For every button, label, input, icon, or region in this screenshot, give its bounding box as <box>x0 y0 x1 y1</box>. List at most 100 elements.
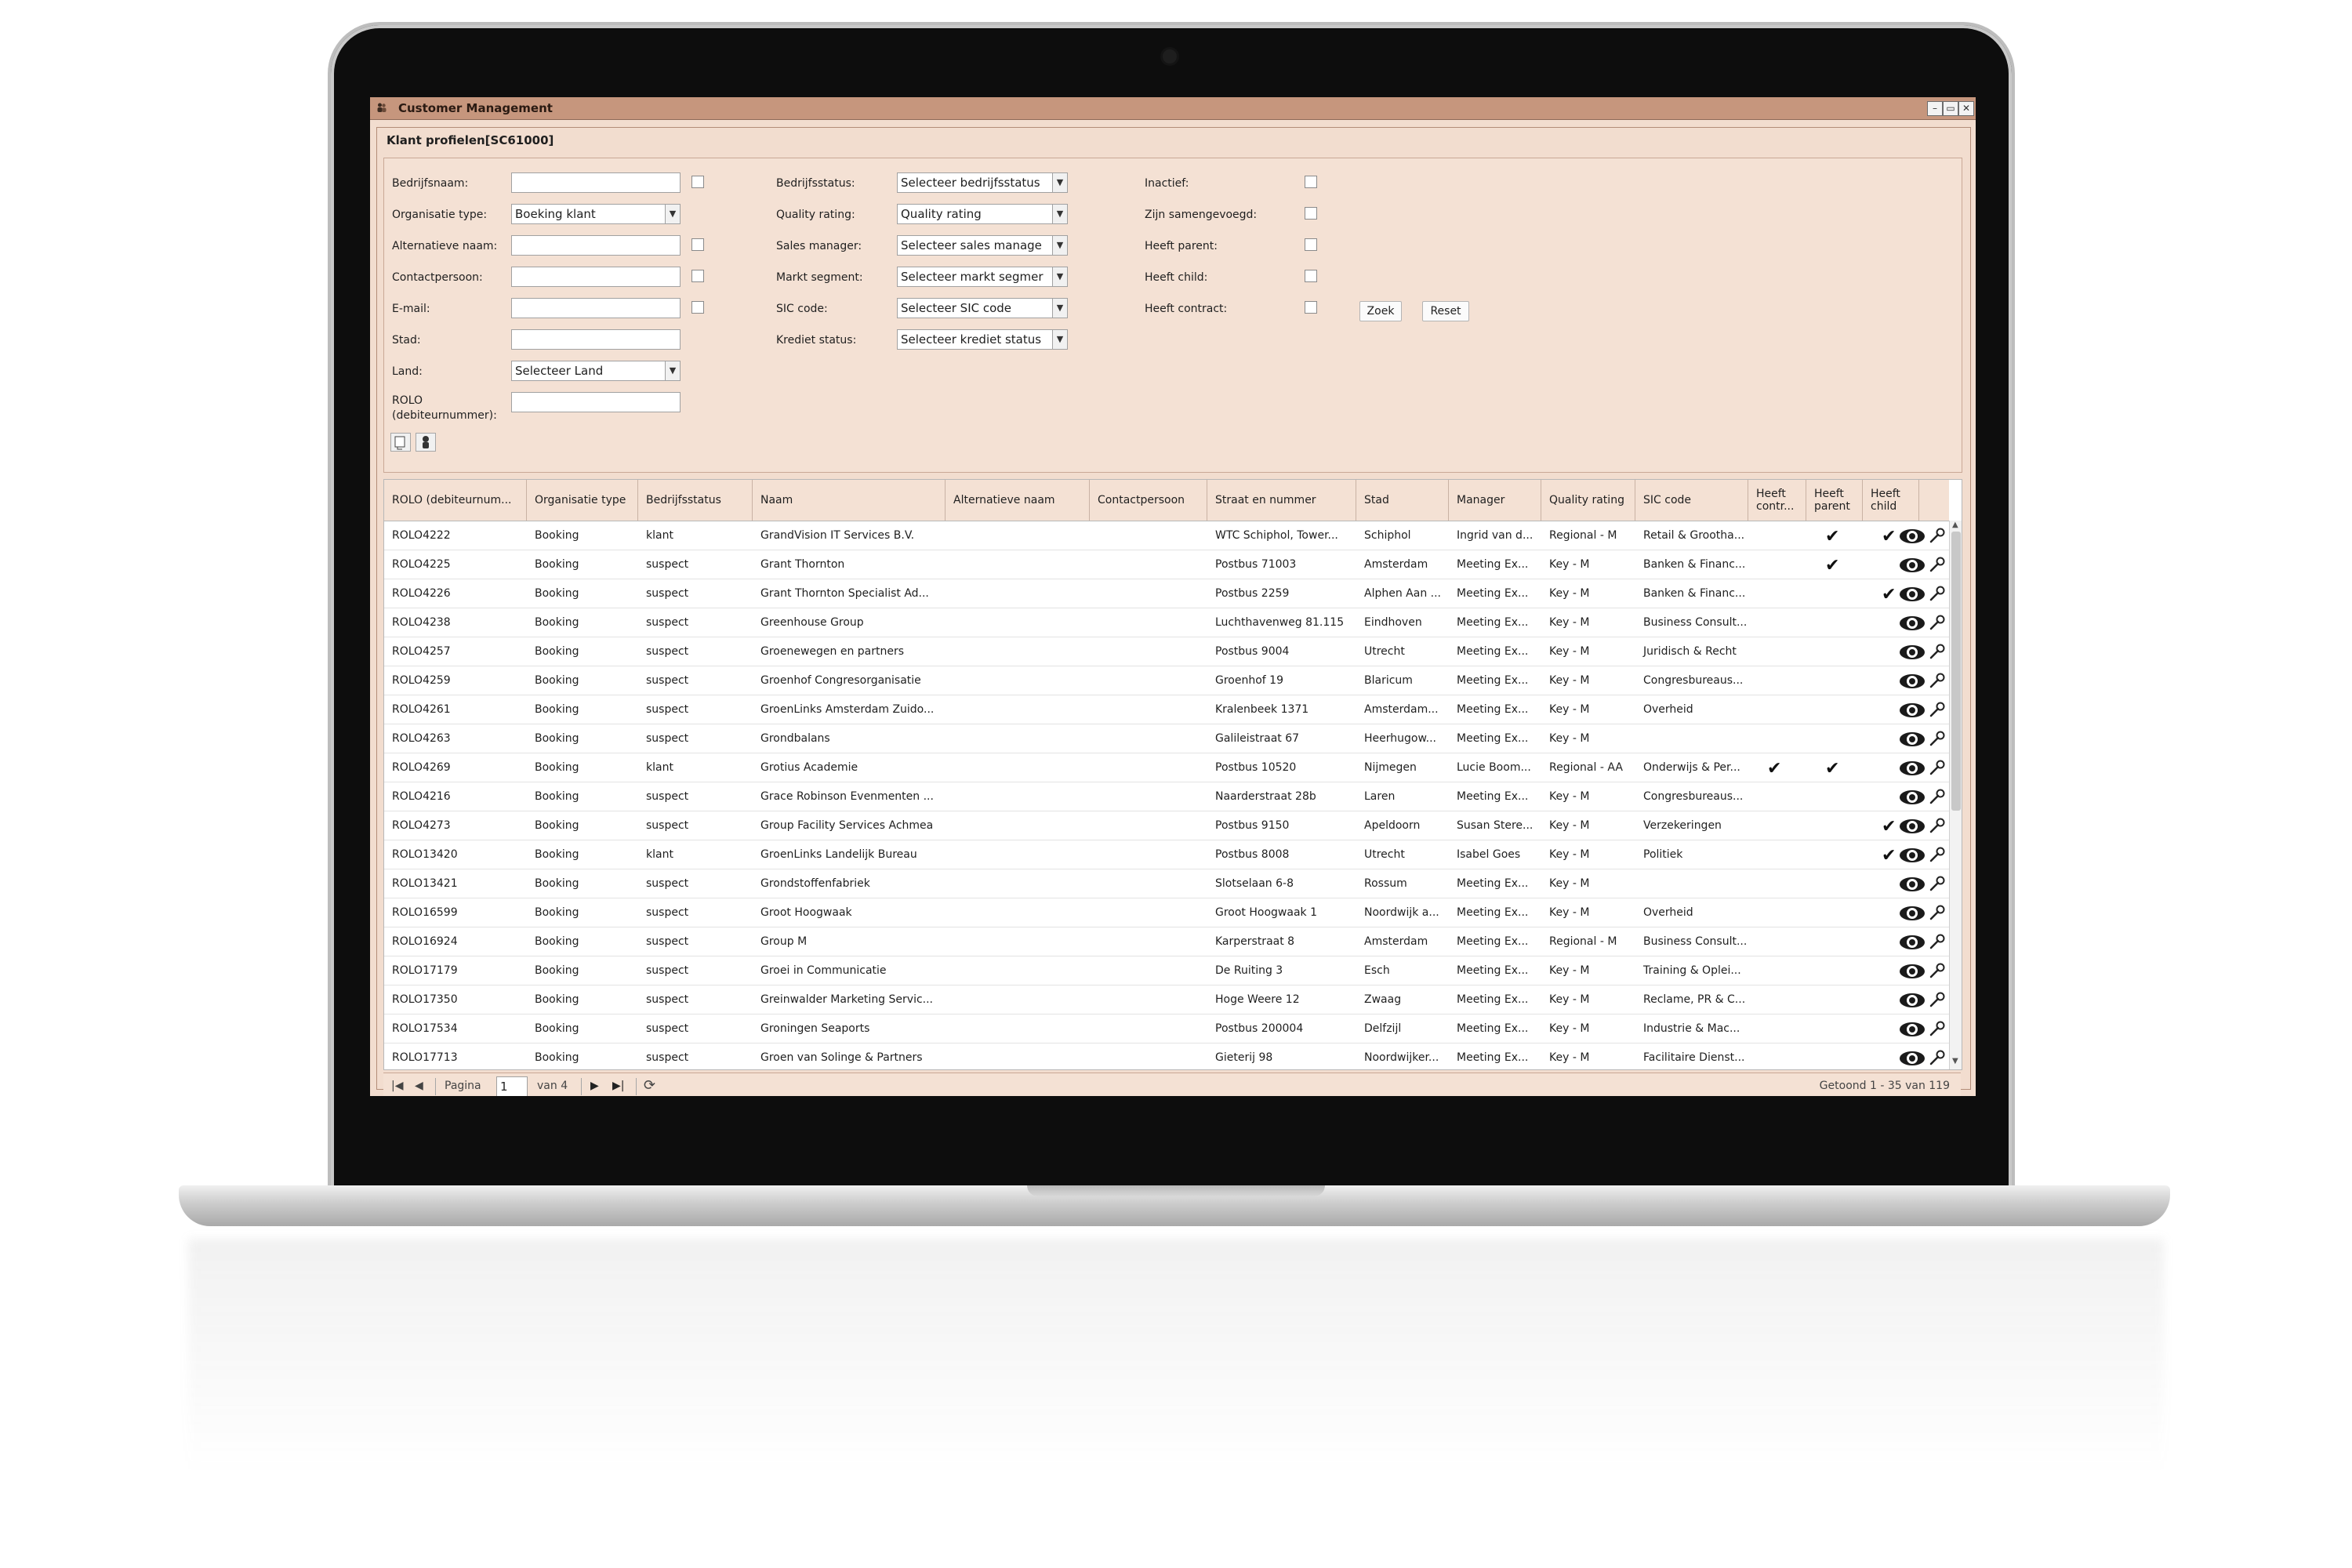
col-contactpersoon[interactable]: Contactpersoon <box>1090 480 1207 521</box>
eye-icon[interactable] <box>1899 818 1926 834</box>
table-row[interactable]: ROLO17350 Booking suspect Greinwalder Marke… <box>384 985 1949 1014</box>
wrench-icon[interactable] <box>1929 527 1946 544</box>
scroll-down-icon[interactable]: ▼ <box>1952 1057 1958 1065</box>
scrollbar-thumb[interactable] <box>1951 532 1961 811</box>
window-titlebar[interactable]: Customer Management – ▭ ✕ <box>370 97 1976 120</box>
heeft-parent-checkbox[interactable] <box>1305 238 1317 251</box>
vertical-scrollbar[interactable]: ▲ ▼ <box>1949 521 1962 1069</box>
col-heeft-child[interactable]: Heeft child <box>1863 480 1919 521</box>
email-checkbox[interactable] <box>691 301 704 314</box>
table-row[interactable]: ROLO17713 Booking suspect Groen van Solinge… <box>384 1044 1949 1069</box>
wrench-icon[interactable] <box>1929 701 1946 718</box>
eye-icon[interactable] <box>1899 1022 1926 1037</box>
wrench-icon[interactable] <box>1929 614 1946 631</box>
close-button[interactable]: ✕ <box>1958 101 1974 116</box>
wrench-icon[interactable] <box>1929 643 1946 660</box>
chevron-down-icon[interactable]: ▼ <box>1052 330 1067 349</box>
email-input[interactable] <box>511 298 681 318</box>
chevron-down-icon[interactable]: ▼ <box>1052 267 1067 286</box>
chevron-down-icon[interactable]: ▼ <box>1052 173 1067 192</box>
table-row[interactable]: ROLO13420 Booking klant GroenLinks Landelij… <box>384 840 1949 869</box>
eye-icon[interactable] <box>1899 760 1926 776</box>
organisatie-type-select[interactable]: Boeking klant ▼ <box>511 204 681 224</box>
table-row[interactable]: ROLO13421 Booking suspect Grondstoffenfabri… <box>384 869 1949 898</box>
table-row[interactable]: ROLO17534 Booking suspect Groningen Seaport… <box>384 1014 1949 1044</box>
col-bedrijfsstatus[interactable]: Bedrijfsstatus <box>638 480 753 521</box>
table-row[interactable]: ROLO4257 Booking suspect Groenewegen en par… <box>384 637 1949 666</box>
table-row[interactable]: ROLO4269 Booking klant Grotius Academie Post… <box>384 753 1949 782</box>
chevron-down-icon[interactable]: ▼ <box>665 205 680 223</box>
col-naam[interactable]: Naam <box>753 480 946 521</box>
table-row[interactable]: ROLO4263 Booking suspect Grondbalans Galilei… <box>384 724 1949 753</box>
contactpersoon-checkbox[interactable] <box>691 270 704 282</box>
eye-icon[interactable] <box>1899 731 1926 747</box>
wrench-icon[interactable] <box>1929 585 1946 602</box>
page-input[interactable] <box>496 1076 528 1096</box>
chevron-down-icon[interactable]: ▼ <box>665 361 680 380</box>
col-heeft-parent[interactable]: Heeft parent <box>1806 480 1863 521</box>
col-rolo[interactable]: ROLO (debiteurnum... <box>384 480 527 521</box>
last-page-icon[interactable]: ▶| <box>612 1080 624 1092</box>
col-alternatieve-naam[interactable]: Alternatieve naam <box>946 480 1090 521</box>
scroll-up-icon[interactable]: ▲ <box>1952 521 1958 529</box>
maximize-button[interactable]: ▭ <box>1943 101 1958 116</box>
eye-icon[interactable] <box>1899 906 1926 921</box>
table-row[interactable]: ROLO4222 Booking klant GrandVision IT Servi… <box>384 521 1949 550</box>
bedrijfsstatus-select[interactable]: Selecteer bedrijfsstatus ▼ <box>897 172 1068 193</box>
krediet-status-select[interactable]: Selecteer krediet status ▼ <box>897 329 1068 350</box>
table-row[interactable]: ROLO16924 Booking suspect Group M Karperstra… <box>384 927 1949 956</box>
col-quality-rating[interactable]: Quality rating <box>1541 480 1635 521</box>
col-manager[interactable]: Manager <box>1449 480 1541 521</box>
eye-icon[interactable] <box>1899 673 1926 689</box>
prev-page-icon[interactable]: ◀ <box>415 1080 423 1092</box>
eye-icon[interactable] <box>1899 528 1926 544</box>
wrench-icon[interactable] <box>1929 933 1946 950</box>
table-row[interactable]: ROLO4261 Booking suspect GroenLinks Amsterd… <box>384 695 1949 724</box>
eye-icon[interactable] <box>1899 644 1926 660</box>
bedrijfsnaam-checkbox[interactable] <box>691 176 704 188</box>
next-page-icon[interactable]: ▶ <box>590 1080 599 1092</box>
table-row[interactable]: ROLO4226 Booking suspect Grant Thornton Spe… <box>384 579 1949 608</box>
table-row[interactable]: ROLO4273 Booking suspect Group Facility Ser… <box>384 811 1949 840</box>
eye-icon[interactable] <box>1899 702 1926 718</box>
bedrijfsnaam-input[interactable] <box>511 172 681 193</box>
inactief-checkbox[interactable] <box>1305 176 1317 188</box>
samengevoegd-checkbox[interactable] <box>1305 207 1317 220</box>
wrench-icon[interactable] <box>1929 1049 1946 1066</box>
search-button[interactable]: Zoek <box>1359 301 1402 321</box>
wrench-icon[interactable] <box>1929 846 1946 863</box>
table-row[interactable]: ROLO4238 Booking suspect Greenhouse Group Lu… <box>384 608 1949 637</box>
stad-input[interactable] <box>511 329 681 350</box>
chevron-down-icon[interactable]: ▼ <box>1052 205 1067 223</box>
table-row[interactable]: ROLO16599 Booking suspect Groot Hoogwaak Gro… <box>384 898 1949 927</box>
eye-icon[interactable] <box>1899 964 1926 979</box>
col-organisatie-type[interactable]: Organisatie type <box>527 480 638 521</box>
eye-icon[interactable] <box>1899 557 1926 573</box>
col-straat[interactable]: Straat en nummer <box>1207 480 1356 521</box>
chevron-down-icon[interactable]: ▼ <box>1052 299 1067 318</box>
col-stad[interactable]: Stad <box>1356 480 1449 521</box>
eye-icon[interactable] <box>1899 789 1926 805</box>
col-heeft-contract[interactable]: Heeft contr... <box>1748 480 1806 521</box>
table-row[interactable]: ROLO4216 Booking suspect Grace Robinson Eve… <box>384 782 1949 811</box>
first-page-icon[interactable]: |◀ <box>391 1080 403 1092</box>
wrench-icon[interactable] <box>1929 817 1946 834</box>
eye-icon[interactable] <box>1899 615 1926 631</box>
land-select[interactable]: Selecteer Land ▼ <box>511 361 681 381</box>
eye-icon[interactable] <box>1899 935 1926 950</box>
export-icon[interactable] <box>390 433 411 452</box>
user-icon[interactable] <box>416 433 436 452</box>
wrench-icon[interactable] <box>1929 759 1946 776</box>
wrench-icon[interactable] <box>1929 875 1946 892</box>
heeft-child-checkbox[interactable] <box>1305 270 1317 282</box>
wrench-icon[interactable] <box>1929 962 1946 979</box>
wrench-icon[interactable] <box>1929 1020 1946 1037</box>
refresh-icon[interactable]: ⟳ <box>644 1077 655 1094</box>
sic-code-select[interactable]: Selecteer SIC code ▼ <box>897 298 1068 318</box>
eye-icon[interactable] <box>1899 877 1926 892</box>
table-row[interactable]: ROLO4259 Booking suspect Groenhof Congresor… <box>384 666 1949 695</box>
contactpersoon-input[interactable] <box>511 267 681 287</box>
eye-icon[interactable] <box>1899 1051 1926 1066</box>
markt-segment-select[interactable]: Selecteer markt segmer ▼ <box>897 267 1068 287</box>
eye-icon[interactable] <box>1899 848 1926 863</box>
